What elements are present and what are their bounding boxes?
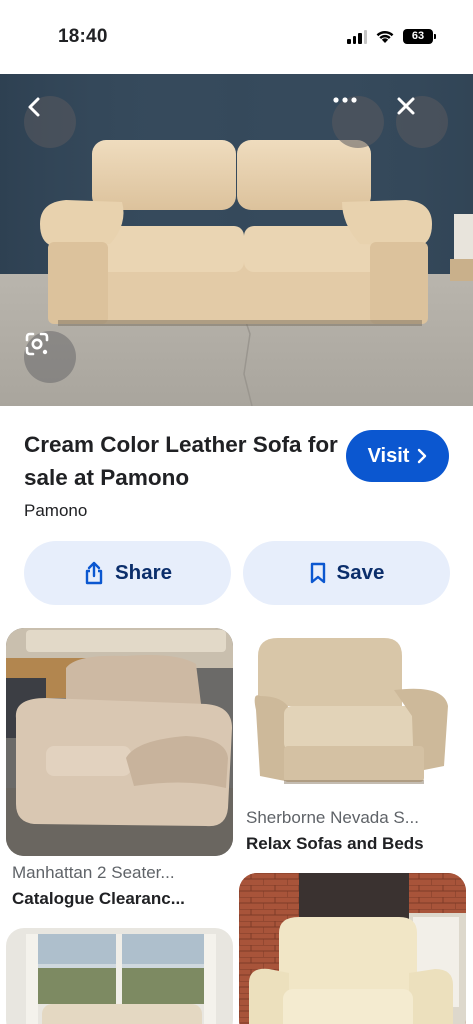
result-image-4[interactable] (239, 873, 466, 1024)
sofa-thumbnail (6, 628, 233, 856)
lens-search-button[interactable] (24, 331, 76, 383)
result-source-2[interactable]: Relax Sofas and Beds (246, 834, 461, 854)
lens-icon (25, 332, 49, 356)
share-icon (85, 561, 103, 585)
bookmark-icon (310, 562, 325, 584)
status-icons: 63 (347, 29, 436, 44)
result-image-2[interactable] (244, 626, 467, 801)
result-source-1[interactable]: Catalogue Clearanc... (12, 889, 227, 909)
status-time: 18:40 (58, 26, 108, 47)
product-title: Cream Color Leather Sofa for sale at Pam… (24, 432, 338, 490)
result-image-3[interactable] (6, 928, 233, 1024)
wifi-icon (376, 30, 394, 43)
result-caption-1[interactable]: Manhattan 2 Seater... (12, 863, 227, 883)
cellular-signal-icon (347, 29, 367, 44)
product-source: Pamono (24, 501, 88, 520)
battery-icon: 63 (403, 29, 436, 44)
share-button[interactable]: Share (24, 541, 231, 605)
save-label: Save (336, 561, 385, 584)
result-image-1[interactable] (6, 628, 233, 856)
save-button[interactable]: Save (243, 541, 450, 605)
sofa-thumbnail (244, 626, 467, 801)
result-caption-2[interactable]: Sherborne Nevada S... (246, 808, 461, 828)
share-label: Share (115, 561, 172, 584)
product-image[interactable] (0, 74, 473, 406)
more-options-button[interactable] (332, 96, 384, 148)
close-icon (397, 97, 415, 115)
close-button[interactable] (396, 96, 448, 148)
visit-label: Visit (367, 444, 410, 467)
sofa-thumbnail (6, 928, 233, 1024)
status-bar: 18:40 63 (0, 0, 473, 74)
back-icon (28, 97, 40, 117)
more-icon (333, 97, 357, 103)
visit-button[interactable]: Visit (346, 430, 449, 482)
back-button[interactable] (24, 96, 76, 148)
armchair-thumbnail (239, 873, 466, 1024)
chevron-right-icon (418, 448, 427, 464)
